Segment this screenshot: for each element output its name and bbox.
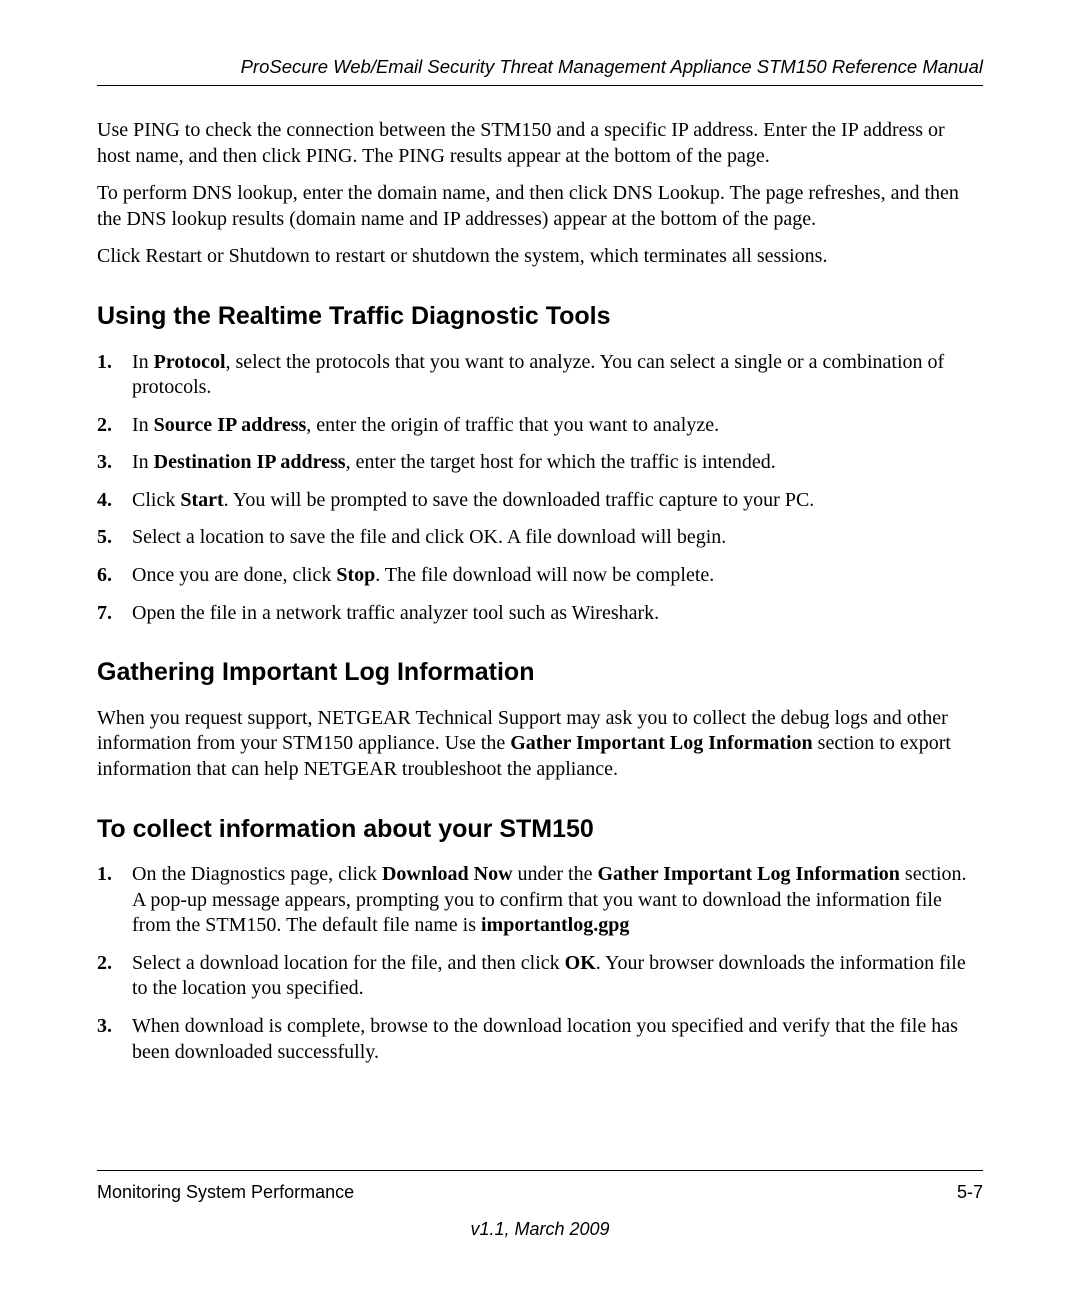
item-text: under the (513, 863, 598, 885)
footer-rule (97, 1170, 983, 1171)
list-item: 2. In Source IP address, enter the origi… (97, 413, 983, 439)
list-item: 2. Select a download location for the fi… (97, 951, 983, 1002)
realtime-steps-list: 1. In Protocol, select the protocols tha… (97, 350, 983, 627)
footer-row: Monitoring System Performance 5-7 (97, 1181, 983, 1204)
item-text: Click (132, 489, 180, 511)
footer-left-text: Monitoring System Performance (97, 1181, 354, 1204)
item-text: On the Diagnostics page, click (132, 863, 382, 885)
item-text: In (132, 351, 154, 373)
para-bold: Gather Important Log Information (510, 732, 812, 754)
item-number: 5. (97, 525, 112, 551)
item-text: Select a download location for the file,… (132, 952, 565, 974)
footer-version: v1.1, March 2009 (0, 1218, 1080, 1241)
footer-page-number: 5-7 (957, 1181, 983, 1204)
intro-para-3: Click Restart or Shutdown to restart or … (97, 244, 983, 270)
heading-realtime-tools: Using the Realtime Traffic Diagnostic To… (97, 300, 983, 333)
item-number: 7. (97, 601, 112, 627)
item-bold: OK (565, 952, 596, 974)
page-footer: Monitoring System Performance 5-7 (97, 1170, 983, 1204)
intro-para-1: Use PING to check the connection between… (97, 118, 983, 169)
intro-para-2: To perform DNS lookup, enter the domain … (97, 181, 983, 232)
item-text: Open the file in a network traffic analy… (132, 602, 659, 624)
item-bold: Gather Important Log Information (598, 863, 900, 885)
header-rule (97, 85, 983, 86)
item-text: In (132, 451, 154, 473)
list-item: 7. Open the file in a network traffic an… (97, 601, 983, 627)
list-item: 3. In Destination IP address, enter the … (97, 450, 983, 476)
item-text: When download is complete, browse to the… (132, 1015, 958, 1063)
item-number: 3. (97, 450, 112, 476)
list-item: 3. When download is complete, browse to … (97, 1014, 983, 1065)
heading-collect-info: To collect information about your STM150 (97, 813, 983, 846)
item-bold: Start (180, 489, 223, 511)
item-number: 1. (97, 862, 112, 888)
item-bold: Stop (336, 564, 375, 586)
item-text: . The file download will now be complete… (375, 564, 714, 586)
item-bold: importantlog.gpg (481, 914, 629, 936)
doc-header-title: ProSecure Web/Email Security Threat Mana… (97, 55, 983, 79)
list-item: 1. On the Diagnostics page, click Downlo… (97, 862, 983, 939)
list-item: 5. Select a location to save the file an… (97, 525, 983, 551)
item-text: Once you are done, click (132, 564, 336, 586)
item-text: Select a location to save the file and c… (132, 526, 726, 548)
list-item: 1. In Protocol, select the protocols tha… (97, 350, 983, 401)
log-info-para: When you request support, NETGEAR Techni… (97, 706, 983, 783)
heading-log-info: Gathering Important Log Information (97, 656, 983, 689)
item-bold: Destination IP address (154, 451, 346, 473)
item-number: 2. (97, 951, 112, 977)
item-bold: Protocol (154, 351, 226, 373)
item-text: . You will be prompted to save the downl… (224, 489, 815, 511)
item-number: 2. (97, 413, 112, 439)
item-number: 4. (97, 488, 112, 514)
item-text: , enter the origin of traffic that you w… (306, 414, 719, 436)
list-item: 6. Once you are done, click Stop. The fi… (97, 563, 983, 589)
item-text: In (132, 414, 154, 436)
item-bold: Download Now (382, 863, 513, 885)
item-bold: Source IP address (154, 414, 307, 436)
collect-steps-list: 1. On the Diagnostics page, click Downlo… (97, 862, 983, 1065)
item-text: , select the protocols that you want to … (132, 351, 944, 399)
item-number: 6. (97, 563, 112, 589)
item-number: 3. (97, 1014, 112, 1040)
item-text: , enter the target host for which the tr… (346, 451, 776, 473)
list-item: 4. Click Start. You will be prompted to … (97, 488, 983, 514)
item-number: 1. (97, 350, 112, 376)
